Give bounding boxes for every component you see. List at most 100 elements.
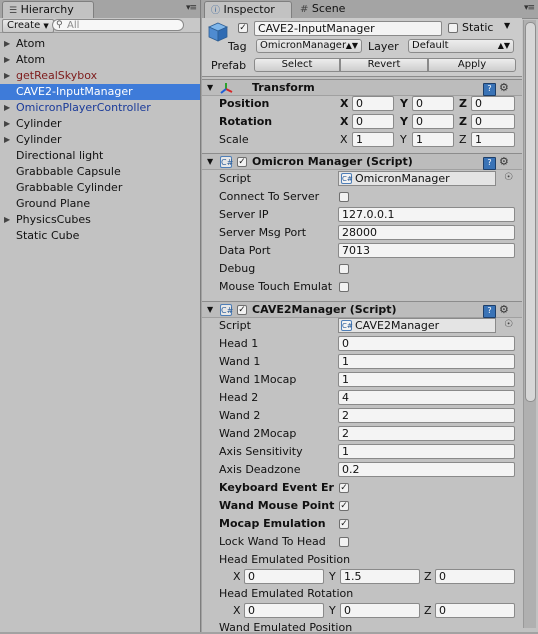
fold-down-icon[interactable]: ▼: [207, 305, 213, 314]
head-pos-y-field[interactable]: 1.5: [340, 569, 420, 584]
list-item[interactable]: ▶ getRealSkybox: [0, 68, 200, 84]
list-item[interactable]: ▶ Cylinder: [0, 132, 200, 148]
wand2-field[interactable]: 2: [338, 408, 515, 423]
list-item[interactable]: ▶ Atom: [0, 52, 200, 68]
rotation-label: Rotation: [219, 115, 273, 128]
z-label: Z: [459, 97, 467, 110]
list-item[interactable]: ▶ Cylinder: [0, 116, 200, 132]
mouse-touch-checkbox[interactable]: [339, 282, 349, 292]
position-z-field[interactable]: 0: [471, 96, 515, 111]
list-item[interactable]: Grabbable Capsule: [0, 164, 200, 180]
wand1-field[interactable]: 1: [338, 354, 515, 369]
position-x-field[interactable]: 0: [352, 96, 394, 111]
head2-field[interactable]: 4: [338, 390, 515, 405]
keyboard-event-checkbox[interactable]: ✓: [339, 483, 349, 493]
fold-arrow-icon[interactable]: ▶: [4, 52, 10, 68]
fold-arrow-icon[interactable]: ▶: [4, 68, 10, 84]
head-rot-y-field[interactable]: 0: [340, 603, 420, 618]
list-item[interactable]: ▶ Atom: [0, 36, 200, 52]
gear-icon[interactable]: ⚙: [499, 81, 509, 94]
list-item[interactable]: Static Cube: [0, 228, 200, 244]
lock-wand-checkbox[interactable]: [339, 537, 349, 547]
transform-title: Transform: [252, 81, 315, 94]
list-item-label: Static Cube: [16, 229, 80, 242]
fold-down-icon[interactable]: ▼: [207, 157, 213, 166]
inspector-tab-menu-icon[interactable]: ▾≡: [524, 3, 535, 13]
scale-z-field[interactable]: 1: [471, 132, 515, 147]
object-picker-icon[interactable]: ☉: [504, 319, 513, 330]
object-name-field[interactable]: CAVE2-InputManager: [254, 21, 442, 36]
list-item[interactable]: ▶ OmicronPlayerController: [0, 100, 200, 116]
create-button[interactable]: Create ▼: [2, 19, 54, 33]
prefab-select-button[interactable]: Select: [254, 58, 340, 72]
transform-header[interactable]: ▼ Transform ? ⚙: [202, 79, 522, 96]
tab-menu-icon[interactable]: ▾≡: [186, 3, 197, 13]
inspector-scrollbar[interactable]: [523, 20, 536, 628]
connect-to-server-checkbox[interactable]: [339, 192, 349, 202]
object-picker-icon[interactable]: ☉: [504, 172, 513, 183]
list-item-selected[interactable]: CAVE2-InputManager: [0, 84, 200, 100]
prefab-revert-button[interactable]: Revert: [340, 58, 428, 72]
axis-sensitivity-field[interactable]: 1: [338, 444, 515, 459]
static-checkbox[interactable]: [448, 23, 458, 33]
tag-dropdown[interactable]: OmicronManager ▲▼: [256, 39, 362, 53]
help-book-icon[interactable]: ?: [483, 305, 496, 318]
rotation-y-field[interactable]: 0: [412, 114, 454, 129]
layer-dropdown[interactable]: Default ▲▼: [408, 39, 514, 53]
wand1-mocap-field[interactable]: 1: [338, 372, 515, 387]
rotation-z-field[interactable]: 0: [471, 114, 515, 129]
omicron-manager-header[interactable]: ▼ C# ✓ Omicron Manager (Script) ? ⚙: [202, 153, 522, 170]
cave2-enabled-checkbox[interactable]: ✓: [237, 305, 247, 315]
omicron-enabled-checkbox[interactable]: ✓: [237, 157, 247, 167]
gear-icon[interactable]: ⚙: [499, 303, 509, 316]
head-rot-x-field[interactable]: 0: [244, 603, 324, 618]
wand-mouse-point-checkbox[interactable]: ✓: [339, 501, 349, 511]
help-book-icon[interactable]: ?: [483, 83, 496, 96]
help-book-icon[interactable]: ?: [483, 157, 496, 170]
server-ip-field[interactable]: 127.0.0.1: [338, 207, 515, 222]
cave2-manager-header[interactable]: ▼ C# ✓ CAVE2Manager (Script) ? ⚙: [202, 301, 522, 318]
tab-scene[interactable]: # Scene: [294, 1, 364, 18]
fold-arrow-icon[interactable]: ▶: [4, 116, 10, 132]
data-port-field[interactable]: 7013: [338, 243, 515, 258]
y-label: Y: [400, 133, 407, 146]
server-msg-port-field[interactable]: 28000: [338, 225, 515, 240]
scale-x-field[interactable]: 1: [352, 132, 394, 147]
scale-label: Scale: [219, 133, 249, 146]
wand2-mocap-field[interactable]: 2: [338, 426, 515, 441]
list-item[interactable]: Directional light: [0, 148, 200, 164]
cave2-script-field[interactable]: C# CAVE2Manager: [338, 318, 496, 333]
scrollbar-thumb[interactable]: [525, 22, 536, 402]
prefab-apply-button[interactable]: Apply: [428, 58, 516, 72]
list-item[interactable]: Grabbable Cylinder: [0, 180, 200, 196]
tab-hierarchy[interactable]: ☰ Hierarchy: [2, 1, 94, 18]
active-checkbox[interactable]: ✓: [238, 23, 248, 33]
scale-y-field[interactable]: 1: [412, 132, 454, 147]
head1-field[interactable]: 0: [338, 336, 515, 351]
list-item[interactable]: Ground Plane: [0, 196, 200, 212]
mocap-emulation-checkbox[interactable]: ✓: [339, 519, 349, 529]
x-label: X: [340, 115, 349, 128]
position-y-field[interactable]: 0: [412, 96, 454, 111]
fold-down-icon[interactable]: ▼: [207, 83, 213, 92]
list-item[interactable]: ▶ PhysicsCubes: [0, 212, 200, 228]
rotation-x-field[interactable]: 0: [352, 114, 394, 129]
static-dropdown-icon[interactable]: ▼: [504, 21, 510, 30]
fold-arrow-icon[interactable]: ▶: [4, 100, 10, 116]
cave2-title: CAVE2Manager (Script): [252, 303, 397, 316]
gear-icon[interactable]: ⚙: [499, 155, 509, 168]
omicron-script-field[interactable]: C# OmicronManager: [338, 171, 496, 186]
prefab-label: Prefab: [211, 59, 247, 72]
fold-arrow-icon[interactable]: ▶: [4, 212, 10, 228]
head-pos-z-field[interactable]: 0: [435, 569, 515, 584]
head-pos-x-field[interactable]: 0: [244, 569, 324, 584]
hierarchy-search-input[interactable]: ⚲ All: [52, 19, 184, 31]
head-rot-z-field[interactable]: 0: [435, 603, 515, 618]
axis-deadzone-field[interactable]: 0.2: [338, 462, 515, 477]
list-item-label: Grabbable Capsule: [16, 165, 121, 178]
fold-arrow-icon[interactable]: ▶: [4, 132, 10, 148]
debug-checkbox[interactable]: [339, 264, 349, 274]
fold-arrow-icon[interactable]: ▶: [4, 36, 10, 52]
tab-inspector[interactable]: ⓘ Inspector: [204, 1, 292, 18]
list-item-label: Cylinder: [16, 117, 62, 130]
